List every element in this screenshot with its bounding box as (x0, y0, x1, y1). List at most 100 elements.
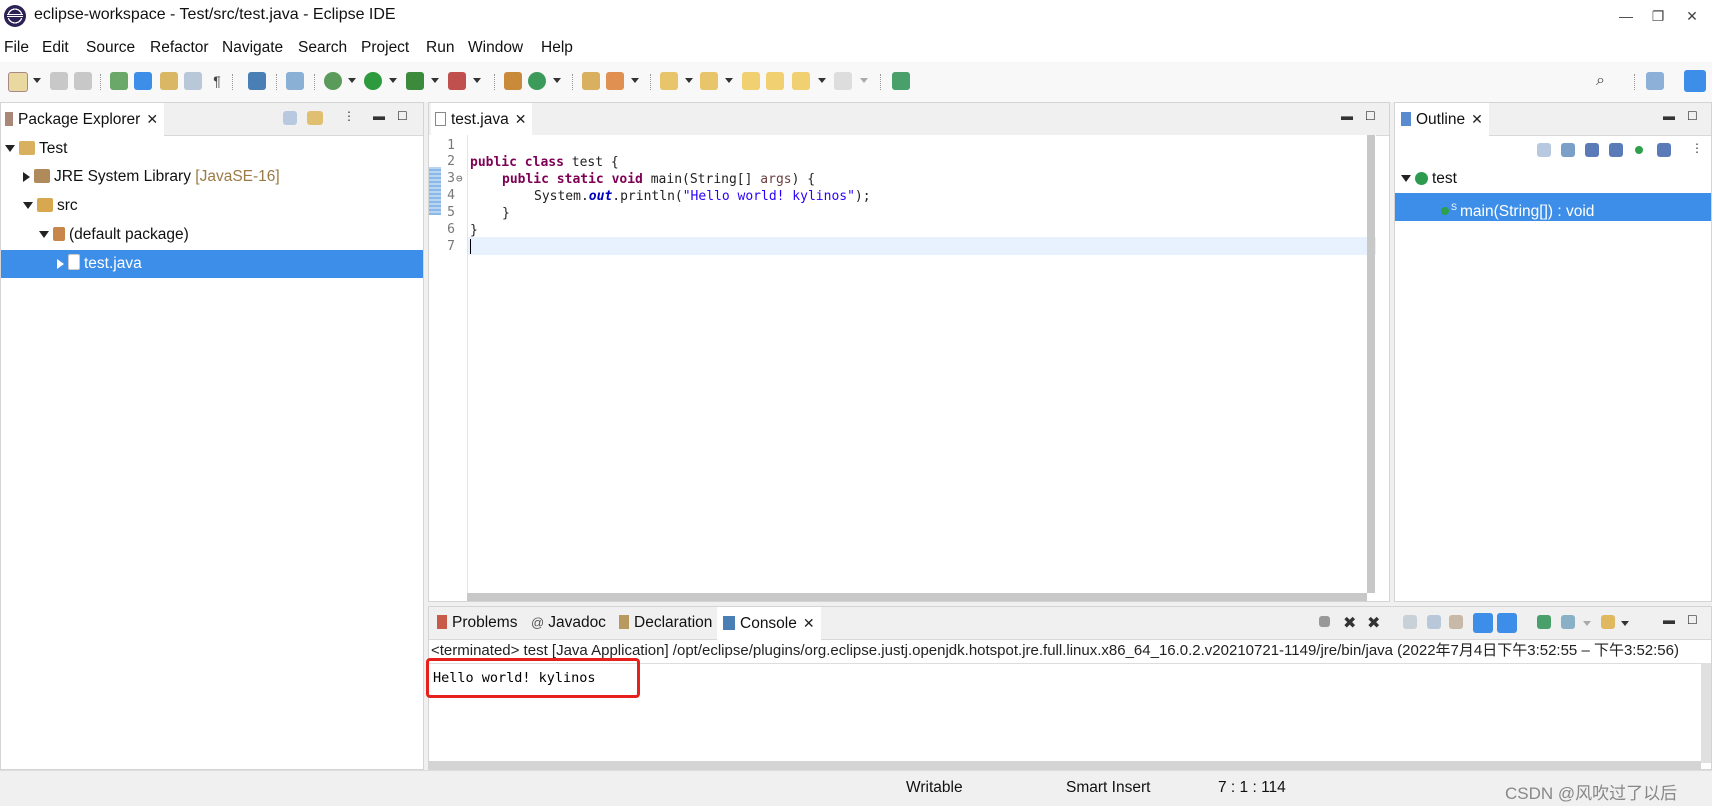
menu-help[interactable]: Help (541, 39, 573, 57)
close-window-button[interactable]: ✕ (1680, 4, 1704, 28)
outline-item-class[interactable]: test (1395, 165, 1711, 193)
toggle-mark-occurrences-icon[interactable] (134, 72, 152, 90)
menu-file[interactable]: File (4, 39, 29, 57)
tree-item-src[interactable]: src (1, 192, 423, 220)
last-edit-location-icon[interactable] (742, 72, 760, 90)
next-annotation-icon[interactable] (660, 72, 678, 90)
coverage-dropdown-icon[interactable] (431, 78, 439, 83)
menu-window[interactable]: Window (468, 39, 523, 57)
sort-icon[interactable] (1561, 143, 1575, 157)
forward-edit-icon[interactable] (766, 72, 784, 90)
menu-source[interactable]: Source (86, 39, 135, 57)
word-wrap-icon[interactable] (1449, 615, 1463, 629)
menu-project[interactable]: Project (361, 39, 409, 57)
pin-console-icon[interactable] (1537, 615, 1551, 629)
external-tools-dropdown-icon[interactable] (473, 78, 481, 83)
view-menu-icon[interactable]: ⋮ (343, 109, 355, 123)
maximize-view-icon[interactable]: ☐ (1365, 109, 1376, 123)
new-icon[interactable] (8, 72, 28, 92)
editor-text-area[interactable]: public class test { public static void m… (467, 135, 1376, 593)
hide-fields-icon[interactable] (1585, 143, 1599, 157)
toggle-block-selection-icon[interactable] (160, 72, 178, 90)
search-icon[interactable]: ⌕ (1596, 72, 1614, 90)
fold-toggle-icon[interactable]: ⊖ (456, 171, 463, 187)
menu-run[interactable]: Run (426, 39, 454, 57)
expand-toggle-icon[interactable] (5, 145, 15, 153)
new-class-icon[interactable] (528, 72, 546, 90)
minimize-button[interactable]: — (1614, 4, 1638, 28)
hide-local-types-icon[interactable] (1657, 143, 1671, 157)
coverage-icon[interactable] (406, 72, 424, 90)
console-horizontal-scrollbar[interactable] (429, 761, 1701, 769)
menu-navigate[interactable]: Navigate (222, 39, 283, 57)
tab-javadoc[interactable]: @ Javadoc (525, 607, 612, 639)
link-with-editor-icon[interactable] (307, 111, 323, 125)
show-console-stdout-icon[interactable] (1473, 613, 1493, 633)
open-console-icon[interactable] (248, 72, 266, 90)
display-console-dropdown-icon[interactable] (1583, 621, 1591, 626)
horizontal-scrollbar[interactable] (467, 593, 1367, 601)
status-insert-mode[interactable]: Smart Insert (1066, 779, 1150, 797)
tab-declaration[interactable]: Declaration (613, 607, 718, 639)
word-wrap-icon[interactable] (184, 72, 202, 90)
maximize-view-icon[interactable]: ☐ (1687, 109, 1698, 123)
close-tab-icon[interactable]: ✕ (146, 111, 158, 127)
previous-annotation-dropdown-icon[interactable] (725, 78, 733, 83)
restore-button[interactable]: ❐ (1646, 4, 1670, 28)
search-task-icon[interactable] (606, 72, 624, 90)
minimize-view-icon[interactable]: ▬ (1663, 613, 1675, 627)
tree-item-jre[interactable]: JRE System Library [JavaSE-16] (1, 163, 423, 191)
tab-package-explorer[interactable]: Package Explorer ✕ (1, 103, 165, 137)
external-tools-icon[interactable] (448, 72, 466, 90)
java-perspective-icon[interactable] (1684, 70, 1706, 92)
open-console-dropdown-icon[interactable] (1621, 621, 1629, 626)
maximize-view-icon[interactable]: ☐ (1687, 613, 1698, 627)
remove-all-terminated-icon[interactable]: ✖ (1367, 613, 1380, 633)
console-output-area[interactable]: Hello world! kylinos (426, 658, 1701, 764)
display-selected-console-icon[interactable] (1561, 615, 1575, 629)
run-icon[interactable] (364, 72, 382, 90)
expand-toggle-icon[interactable] (39, 231, 49, 239)
new-dropdown-icon[interactable] (33, 78, 41, 83)
scroll-lock-icon[interactable] (1427, 615, 1441, 629)
open-perspective-icon[interactable] (1646, 72, 1664, 90)
tab-problems[interactable]: Problems (431, 607, 523, 639)
view-menu-icon[interactable]: ⋮ (1691, 141, 1703, 155)
tree-item-default-package[interactable]: (default package) (1, 221, 423, 249)
menu-search[interactable]: Search (298, 39, 347, 57)
next-annotation-dropdown-icon[interactable] (685, 78, 693, 83)
vertical-scrollbar[interactable] (1367, 135, 1375, 593)
save-icon[interactable] (50, 72, 68, 90)
clear-console-icon[interactable] (1403, 615, 1417, 629)
menu-refactor[interactable]: Refactor (150, 39, 209, 57)
debug-icon[interactable] (324, 72, 342, 90)
expand-toggle-icon[interactable] (57, 258, 64, 269)
debug-dropdown-icon[interactable] (348, 78, 356, 83)
tree-item-project[interactable]: Test (1, 135, 425, 163)
minimize-view-icon[interactable]: ▬ (1341, 109, 1353, 123)
pin-editor-icon[interactable] (892, 72, 910, 90)
maximize-view-icon[interactable]: ☐ (397, 109, 408, 123)
back-dropdown-icon[interactable] (818, 78, 826, 83)
previous-annotation-icon[interactable] (700, 72, 718, 90)
tree-item-test-java[interactable]: test.java (1, 250, 423, 278)
tab-console[interactable]: Console ✕ (717, 607, 821, 641)
minimize-view-icon[interactable]: ▬ (1663, 109, 1675, 123)
hide-static-icon[interactable] (1609, 143, 1623, 157)
collapse-all-icon[interactable] (283, 111, 297, 125)
back-icon[interactable] (792, 72, 810, 90)
new-class-dropdown-icon[interactable] (553, 78, 561, 83)
new-java-project-icon[interactable] (504, 72, 522, 90)
search-dropdown-icon[interactable] (631, 78, 639, 83)
collapse-all-icon[interactable] (1537, 143, 1551, 157)
open-console-icon[interactable] (1601, 615, 1615, 629)
menu-edit[interactable]: Edit (42, 39, 69, 57)
console-vertical-scrollbar[interactable] (1701, 663, 1711, 763)
expand-toggle-icon[interactable] (23, 202, 33, 210)
close-tab-icon[interactable]: ✕ (803, 615, 815, 631)
forward-dropdown-icon[interactable] (860, 78, 868, 83)
terminate-icon[interactable] (1319, 616, 1330, 627)
outline-item-method[interactable]: Smain(String[]) : void (1395, 193, 1711, 221)
forward-icon[interactable] (834, 72, 852, 90)
tab-test-java[interactable]: test.java ✕ (431, 103, 533, 137)
